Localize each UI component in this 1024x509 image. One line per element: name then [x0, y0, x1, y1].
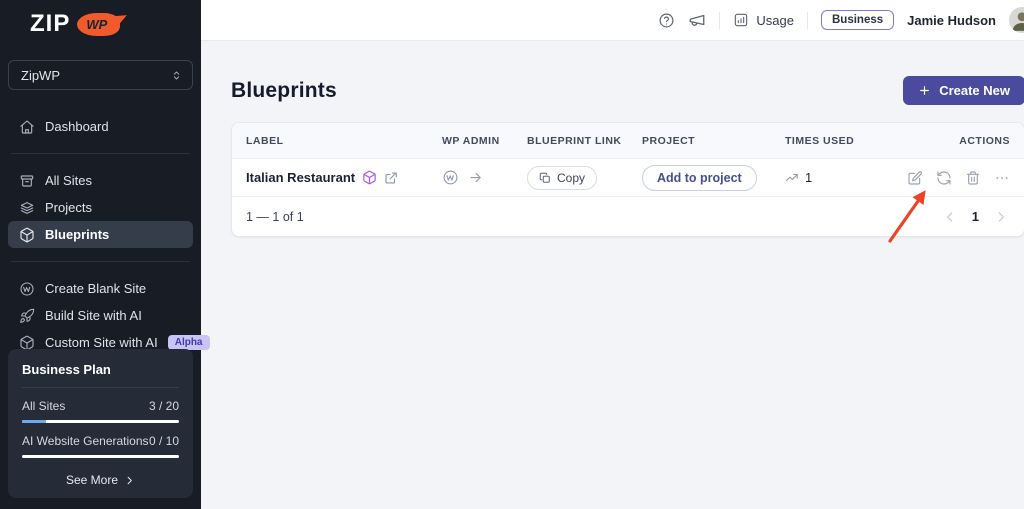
page-content: Blueprints Create New Label WP Admin Blu…	[201, 41, 1024, 237]
column-header-label: Label	[232, 135, 442, 147]
times-used-value: 1	[805, 170, 812, 185]
sidebar: ZIP WP ZipWP Dashboard All Sites Project…	[0, 0, 201, 509]
column-header-wp-admin: WP Admin	[442, 135, 527, 147]
plan-metric-value: 3 / 20	[149, 399, 179, 413]
create-new-label: Create New	[939, 83, 1010, 98]
copy-icon	[539, 172, 551, 184]
sidebar-item-label: Custom Site with AI	[45, 335, 158, 350]
sidebar-item-dashboard[interactable]: Dashboard	[8, 113, 193, 140]
sidebar-nav: Dashboard All Sites Projects Blueprints …	[0, 113, 201, 356]
announcements-megaphone-icon[interactable]	[688, 11, 706, 29]
topbar: Usage Business Jamie Hudson	[201, 0, 1024, 41]
pagination-range: 1 — 1 of 1	[232, 210, 304, 224]
table-row: Italian Restaurant Copy	[232, 159, 1024, 197]
sidebar-divider	[11, 261, 190, 262]
usage-chart-icon	[733, 12, 749, 28]
archive-icon	[19, 173, 35, 189]
user-name[interactable]: Jamie Hudson	[907, 13, 996, 28]
actions-cell	[907, 170, 1024, 186]
zipwp-logo: ZIP WP	[0, 0, 201, 36]
column-header-blueprint-link: Blueprint Link	[527, 135, 642, 147]
user-avatar[interactable]	[1009, 7, 1024, 33]
app-window: ZIP WP ZipWP Dashboard All Sites Project…	[0, 0, 1024, 509]
usage-button[interactable]: Usage	[733, 12, 794, 28]
progress-bar-ai-generations	[22, 455, 179, 458]
rocket-icon	[19, 308, 35, 324]
copy-link-button[interactable]: Copy	[527, 166, 597, 190]
sidebar-item-label: Blueprints	[45, 227, 109, 242]
logo-text: ZIP	[30, 12, 70, 36]
add-to-project-button[interactable]: Add to project	[642, 165, 757, 191]
plus-icon	[918, 84, 931, 97]
plan-metric-label: AI Website Generations	[22, 434, 149, 448]
chevron-right-icon	[124, 475, 135, 486]
sidebar-item-label: Create Blank Site	[45, 281, 146, 296]
plan-metric-label: All Sites	[22, 399, 65, 413]
wordpress-icon	[19, 281, 35, 297]
layers-icon	[19, 200, 35, 216]
sidebar-item-label: Projects	[45, 200, 92, 215]
external-link-icon[interactable]	[384, 171, 398, 185]
topbar-divider	[719, 12, 720, 29]
wordpress-icon[interactable]	[442, 169, 459, 186]
edit-action-icon[interactable]	[907, 170, 923, 186]
plan-metric-all-sites: All Sites 3 / 20	[22, 399, 179, 413]
pagination: 1	[304, 209, 1024, 224]
topbar-divider	[807, 12, 808, 29]
table-header-row: Label WP Admin Blueprint Link Project Ti…	[232, 123, 1024, 159]
blueprint-cube-icon	[362, 170, 377, 185]
project-cell: Add to project	[642, 165, 785, 191]
workspace-select[interactable]: ZipWP	[8, 60, 193, 90]
more-options-icon[interactable]	[994, 170, 1010, 186]
sidebar-divider	[11, 153, 190, 154]
progress-fill	[22, 420, 46, 423]
wp-admin-cell	[442, 169, 527, 186]
pagination-next-icon[interactable]	[994, 210, 1008, 224]
chevrons-up-down-icon	[170, 69, 183, 82]
regenerate-action-icon[interactable]	[936, 170, 952, 186]
page-title: Blueprints	[231, 79, 337, 103]
page-header: Blueprints Create New	[231, 76, 1024, 105]
progress-bar-all-sites	[22, 420, 179, 423]
pagination-current-page[interactable]: 1	[972, 209, 979, 224]
blueprints-table-card: Label WP Admin Blueprint Link Project Ti…	[231, 122, 1024, 237]
create-new-button[interactable]: Create New	[903, 76, 1024, 105]
blueprint-label-cell: Italian Restaurant	[232, 170, 442, 185]
delete-action-icon[interactable]	[965, 170, 981, 186]
sidebar-item-all-sites[interactable]: All Sites	[8, 167, 193, 194]
plan-title: Business Plan	[22, 362, 179, 388]
blueprint-link-cell: Copy	[527, 166, 642, 190]
sidebar-item-label: Dashboard	[45, 119, 109, 134]
plan-badge[interactable]: Business	[821, 10, 894, 30]
main-area: Usage Business Jamie Hudson Blueprints C…	[201, 0, 1024, 509]
sidebar-item-label: All Sites	[45, 173, 92, 188]
pagination-prev-icon[interactable]	[943, 210, 957, 224]
trending-up-icon	[785, 171, 799, 185]
column-header-times-used: Times Used	[785, 135, 907, 147]
plan-metric-ai-generations: AI Website Generations 0 / 10	[22, 434, 179, 448]
sidebar-item-blueprints[interactable]: Blueprints	[8, 221, 193, 248]
plan-usage-panel: Business Plan All Sites 3 / 20 AI Websit…	[8, 349, 193, 498]
times-used-cell: 1	[785, 170, 907, 185]
cube-icon	[19, 227, 35, 243]
column-header-project: Project	[642, 135, 785, 147]
sidebar-item-build-site-with-ai[interactable]: Build Site with AI	[8, 302, 193, 329]
sidebar-item-label: Build Site with AI	[45, 308, 142, 323]
see-more-button[interactable]: See More	[22, 473, 179, 487]
help-icon[interactable]	[658, 12, 675, 29]
copy-label: Copy	[557, 171, 585, 185]
see-more-label: See More	[66, 473, 118, 487]
column-header-actions: Actions	[907, 135, 1024, 147]
blueprint-name: Italian Restaurant	[246, 170, 355, 185]
alpha-badge: Alpha	[168, 335, 210, 350]
plan-metric-value: 0 / 10	[149, 434, 179, 448]
table-footer: 1 — 1 of 1 1	[232, 197, 1024, 236]
workspace-select-value: ZipWP	[21, 68, 60, 83]
arrow-right-icon[interactable]	[468, 170, 483, 185]
home-icon	[19, 119, 35, 135]
logo-flame-badge: WP	[77, 13, 120, 36]
usage-label: Usage	[756, 13, 794, 28]
sidebar-item-projects[interactable]: Projects	[8, 194, 193, 221]
sidebar-item-create-blank-site[interactable]: Create Blank Site	[8, 275, 193, 302]
